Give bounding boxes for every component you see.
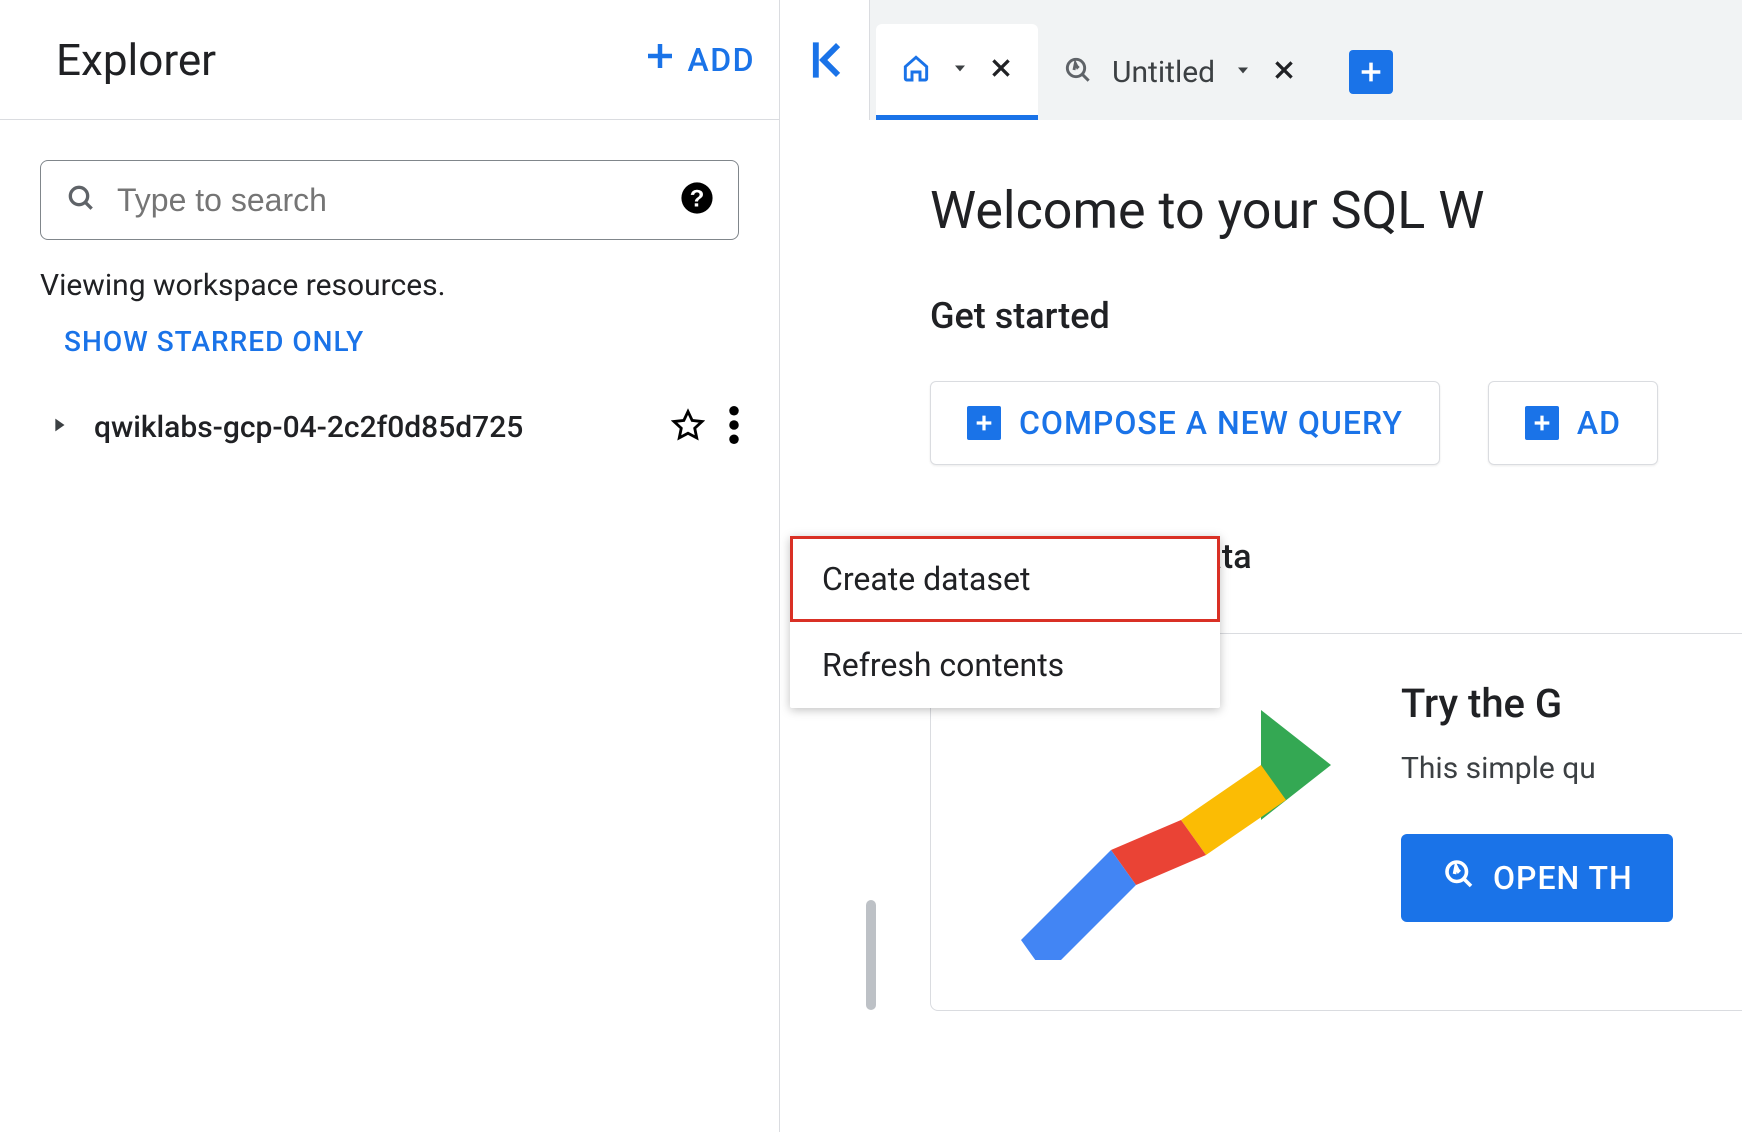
viewing-resources-text: Viewing workspace resources. bbox=[0, 240, 779, 313]
get-started-heading: Get started bbox=[930, 295, 1742, 337]
show-starred-button[interactable]: SHOW STARRED ONLY bbox=[0, 313, 779, 358]
query-search-icon bbox=[1441, 856, 1477, 900]
collapse-panel-button[interactable] bbox=[780, 0, 870, 120]
welcome-title: Welcome to your SQL W bbox=[930, 180, 1742, 241]
card-body: Try the G This simple qu OPEN TH bbox=[1401, 680, 1742, 922]
chevron-down-icon[interactable] bbox=[1233, 60, 1253, 84]
new-tab-button[interactable] bbox=[1349, 50, 1393, 94]
project-context-menu: Create dataset Refresh contents bbox=[790, 536, 1220, 708]
scrollbar-thumb[interactable] bbox=[866, 900, 876, 1010]
search-box[interactable]: ? bbox=[40, 160, 739, 240]
home-icon bbox=[900, 52, 932, 88]
menu-item-create-dataset[interactable]: Create dataset bbox=[790, 536, 1220, 622]
chevron-down-icon[interactable] bbox=[950, 58, 970, 82]
sample-data-heading: ple data bbox=[1130, 537, 1742, 577]
search-row: ? bbox=[0, 120, 779, 240]
expand-icon[interactable] bbox=[48, 414, 70, 440]
compose-query-button[interactable]: COMPOSE A NEW QUERY bbox=[930, 381, 1440, 465]
query-icon bbox=[1062, 54, 1094, 90]
plus-box-icon bbox=[967, 406, 1001, 440]
trends-chart-icon bbox=[981, 680, 1341, 960]
search-icon bbox=[65, 182, 97, 218]
card-subtitle: This simple qu bbox=[1401, 751, 1742, 786]
add-label: ADD bbox=[688, 41, 756, 79]
plus-icon bbox=[642, 38, 678, 82]
tab-bar: Untitled bbox=[870, 0, 1742, 120]
tab-label: Untitled bbox=[1112, 55, 1215, 90]
more-icon[interactable] bbox=[729, 406, 739, 448]
svg-text:?: ? bbox=[690, 186, 705, 213]
open-label: OPEN TH bbox=[1493, 859, 1633, 897]
add-data-label: AD bbox=[1577, 404, 1621, 442]
card-title: Try the G bbox=[1401, 680, 1742, 727]
search-input[interactable] bbox=[117, 182, 660, 219]
plus-box-icon bbox=[1525, 406, 1559, 440]
explorer-header: Explorer ADD bbox=[0, 0, 779, 120]
tab-home[interactable] bbox=[876, 24, 1038, 120]
close-icon[interactable] bbox=[1271, 57, 1297, 87]
open-query-button[interactable]: OPEN TH bbox=[1401, 834, 1673, 922]
project-row[interactable]: qwiklabs-gcp-04-2c2f0d85d725 bbox=[0, 358, 779, 448]
add-data-button[interactable]: AD bbox=[1488, 381, 1658, 465]
action-row: COMPOSE A NEW QUERY AD bbox=[930, 381, 1742, 465]
tab-untitled[interactable]: Untitled bbox=[1038, 24, 1321, 120]
close-icon[interactable] bbox=[988, 55, 1014, 85]
compose-label: COMPOSE A NEW QUERY bbox=[1019, 404, 1403, 442]
project-name: qwiklabs-gcp-04-2c2f0d85d725 bbox=[94, 410, 647, 445]
help-icon[interactable]: ? bbox=[680, 181, 714, 219]
explorer-panel: Explorer ADD ? Viewing workspace resourc… bbox=[0, 0, 780, 1132]
star-icon[interactable] bbox=[671, 408, 705, 446]
menu-item-refresh-contents[interactable]: Refresh contents bbox=[790, 622, 1220, 708]
explorer-add-button[interactable]: ADD bbox=[642, 38, 756, 82]
explorer-title: Explorer bbox=[56, 34, 216, 86]
